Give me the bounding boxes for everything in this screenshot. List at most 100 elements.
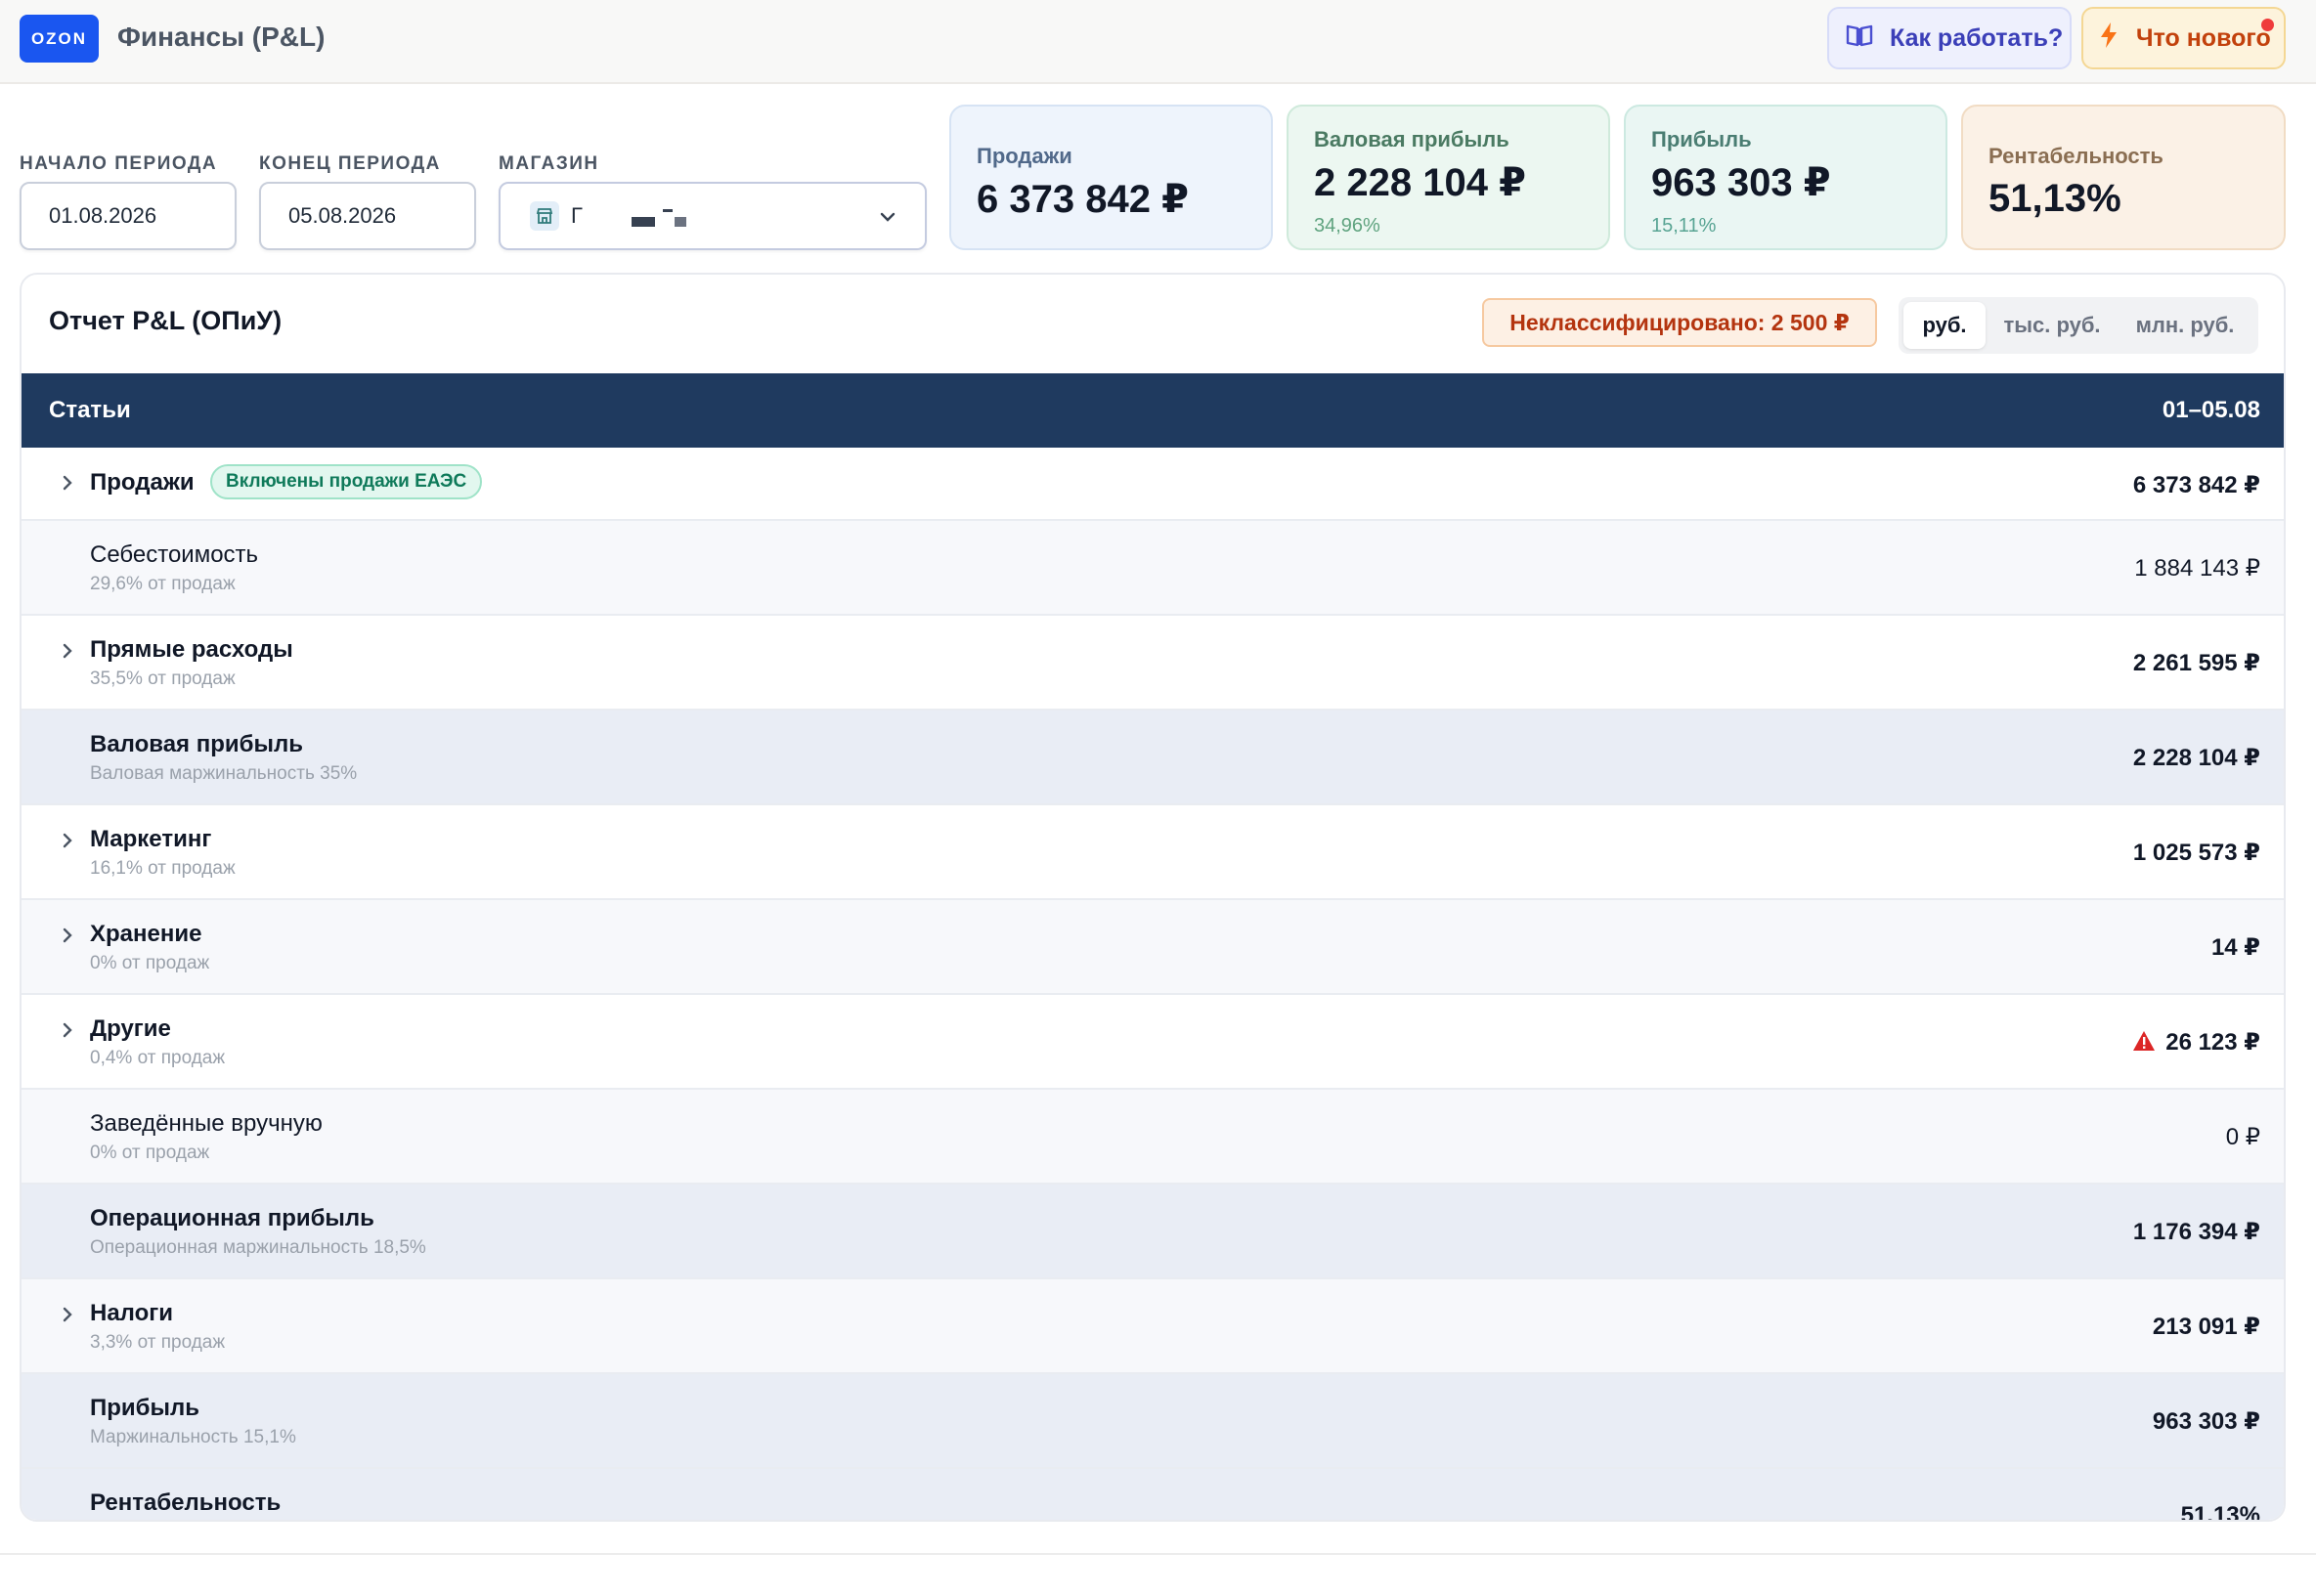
- end-date-value: 05.08.2026: [288, 203, 397, 228]
- page-title: Финансы (P&L): [117, 22, 326, 52]
- row-name: Прямые расходы: [90, 636, 293, 663]
- kpi-gross-profit-card: Валовая прибыль 2 228 104 ₽ 34,96%: [1287, 105, 1610, 250]
- unit-million-rub[interactable]: млн. руб.: [2119, 302, 2251, 349]
- book-icon: [1845, 22, 1874, 56]
- top-bar: OZON Финансы (P&L) Как работать? Что нов…: [0, 0, 2316, 84]
- row-name: Хранение: [90, 921, 202, 947]
- row-name: Маркетинг: [90, 826, 212, 852]
- kpi-profitability-card: Рентабельность 51,13%: [1961, 105, 2286, 250]
- report-title: Отчет P&L (ОПиУ): [49, 306, 283, 335]
- row-subtitle: 29,6% от продаж: [90, 574, 236, 594]
- chevron-right-icon[interactable]: [59, 831, 76, 855]
- footer-divider: [0, 1553, 2316, 1555]
- row-subtitle: Операционная маржинальность 18,5%: [90, 1237, 426, 1258]
- store-value: Г: [571, 203, 583, 228]
- row-name: Валовая прибыль: [90, 731, 303, 757]
- how-it-works-button[interactable]: Как работать?: [1827, 7, 2072, 69]
- start-date-label: НАЧАЛО ПЕРИОДА: [20, 153, 218, 174]
- kpi-gross-profit-percent: 34,96%: [1314, 215, 1380, 237]
- table-row: Валовая прибыль Валовая маржинальность 3…: [22, 711, 2284, 805]
- row-name: Налоги: [90, 1300, 174, 1326]
- store-label: МАГАЗИН: [499, 153, 599, 174]
- row-subtitle: 16,1% от продаж: [90, 858, 236, 879]
- row-value: 1 176 394 ₽: [2132, 1219, 2260, 1245]
- whats-new-label: Что нового: [2136, 23, 2271, 52]
- end-date-input[interactable]: 05.08.2026: [259, 182, 476, 250]
- row-subtitle: 0% от продаж: [90, 1143, 210, 1163]
- row-value: 26 123 ₽: [2165, 1029, 2260, 1056]
- lightning-icon: [2099, 22, 2119, 56]
- row-subtitle: 35,5% от продаж: [90, 669, 236, 689]
- row-value: 213 091 ₽: [2152, 1314, 2260, 1340]
- table-row[interactable]: Другие 0,4% от продаж 26 123 ₽: [22, 995, 2284, 1090]
- row-value-group: 26 123 ₽: [2132, 1028, 2260, 1058]
- unclassified-badge[interactable]: Неклассифицировано: 2 500 ₽: [1482, 298, 1877, 347]
- table-row[interactable]: Маркетинг 16,1% от продаж 1 025 573 ₽: [22, 805, 2284, 900]
- chevron-down-icon: [878, 207, 897, 233]
- kpi-profitability-value: 51,13%: [1988, 177, 2121, 220]
- row-value: 14 ₽: [2210, 934, 2260, 961]
- row-name: Продажи: [90, 469, 195, 496]
- row-value: 0 ₽: [2225, 1124, 2260, 1150]
- kpi-sales-label: Продажи: [977, 144, 1072, 168]
- table-header: Статьи 01–05.08: [22, 373, 2284, 448]
- kpi-profit-label: Прибыль: [1651, 127, 1752, 151]
- warning-icon[interactable]: [2132, 1030, 2156, 1058]
- table-row: Прибыль Маржинальность 15,1% 963 303 ₽: [22, 1374, 2284, 1469]
- row-name: Себестоимость: [90, 541, 259, 568]
- table-row[interactable]: Налоги 3,3% от продаж 213 091 ₽: [22, 1279, 2284, 1374]
- kpi-sales-card: Продажи 6 373 842 ₽: [949, 105, 1273, 250]
- units-switch: руб. тыс. руб. млн. руб.: [1899, 297, 2258, 354]
- row-subtitle: Валовая маржинальность 35%: [90, 763, 358, 784]
- start-date-input[interactable]: 01.08.2026: [20, 182, 237, 250]
- chevron-right-icon[interactable]: [59, 641, 76, 666]
- notification-dot: [2261, 19, 2274, 31]
- row-subtitle: 0,4% от продаж: [90, 1048, 226, 1068]
- chevron-right-icon[interactable]: [59, 1020, 76, 1045]
- row-value: 2 228 104 ₽: [2132, 745, 2260, 771]
- table-row[interactable]: Продажи Включены продажи ЕАЭС 6 373 842 …: [22, 448, 2284, 521]
- kpi-gross-profit-label: Валовая прибыль: [1314, 127, 1509, 151]
- table-row: Заведённые вручную 0% от продаж 0 ₽: [22, 1090, 2284, 1185]
- row-value: 1 884 143 ₽: [2134, 555, 2260, 582]
- row-subtitle: Маржинальность 15,1%: [90, 1427, 296, 1447]
- row-value: 1 025 573 ₽: [2132, 840, 2260, 866]
- row-value: 6 373 842 ₽: [2132, 472, 2260, 498]
- redacted-mark: [674, 217, 686, 227]
- row-subtitle: 0% от продаж: [90, 953, 210, 973]
- kpi-sales-value: 6 373 842 ₽: [977, 178, 1189, 221]
- redacted-mark: [631, 217, 655, 227]
- whats-new-button[interactable]: Что нового: [2081, 7, 2286, 69]
- kpi-profit-percent: 15,11%: [1651, 215, 1717, 237]
- unit-rub[interactable]: руб.: [1903, 302, 1986, 349]
- kpi-profit-card: Прибыль 963 303 ₽ 15,11%: [1624, 105, 1947, 250]
- store-select[interactable]: Г: [499, 182, 927, 250]
- store-icon: [530, 201, 559, 231]
- end-date-label: КОНЕЦ ПЕРИОДА: [259, 153, 441, 174]
- kpi-profit-value: 963 303 ₽: [1651, 161, 1831, 204]
- pl-report-card: Отчет P&L (ОПиУ) Неклассифицировано: 2 5…: [20, 273, 2286, 1522]
- row-name: Прибыль: [90, 1395, 199, 1421]
- row-value: 2 261 595 ₽: [2132, 650, 2260, 676]
- chevron-right-icon[interactable]: [59, 1305, 76, 1329]
- table-row: Рентабельность 51.13%: [22, 1469, 2284, 1522]
- table-row: Операционная прибыль Операционная маржин…: [22, 1185, 2284, 1279]
- how-it-works-label: Как работать?: [1890, 23, 2064, 52]
- row-value: 963 303 ₽: [2152, 1408, 2260, 1435]
- kpi-gross-profit-value: 2 228 104 ₽: [1314, 161, 1526, 204]
- eaes-badge: Включены продажи ЕАЭС: [210, 464, 483, 499]
- chevron-right-icon[interactable]: [59, 473, 76, 497]
- kpi-profitability-label: Рентабельность: [1988, 144, 2163, 168]
- chevron-right-icon[interactable]: [59, 926, 76, 950]
- table-row[interactable]: Прямые расходы 35,5% от продаж 2 261 595…: [22, 616, 2284, 711]
- row-subtitle: 3,3% от продаж: [90, 1332, 226, 1353]
- ozon-logo[interactable]: OZON: [20, 15, 99, 63]
- redacted-mark: [662, 208, 673, 212]
- table-row[interactable]: Хранение 0% от продаж 14 ₽: [22, 900, 2284, 995]
- row-name: Операционная прибыль: [90, 1205, 374, 1231]
- start-date-value: 01.08.2026: [49, 203, 157, 228]
- row-name: Рентабельность: [90, 1489, 282, 1516]
- row-value: 51.13%: [2180, 1502, 2260, 1522]
- unit-thousand-rub[interactable]: тыс. руб.: [1986, 302, 2119, 349]
- column-period[interactable]: 01–05.08: [2163, 397, 2260, 424]
